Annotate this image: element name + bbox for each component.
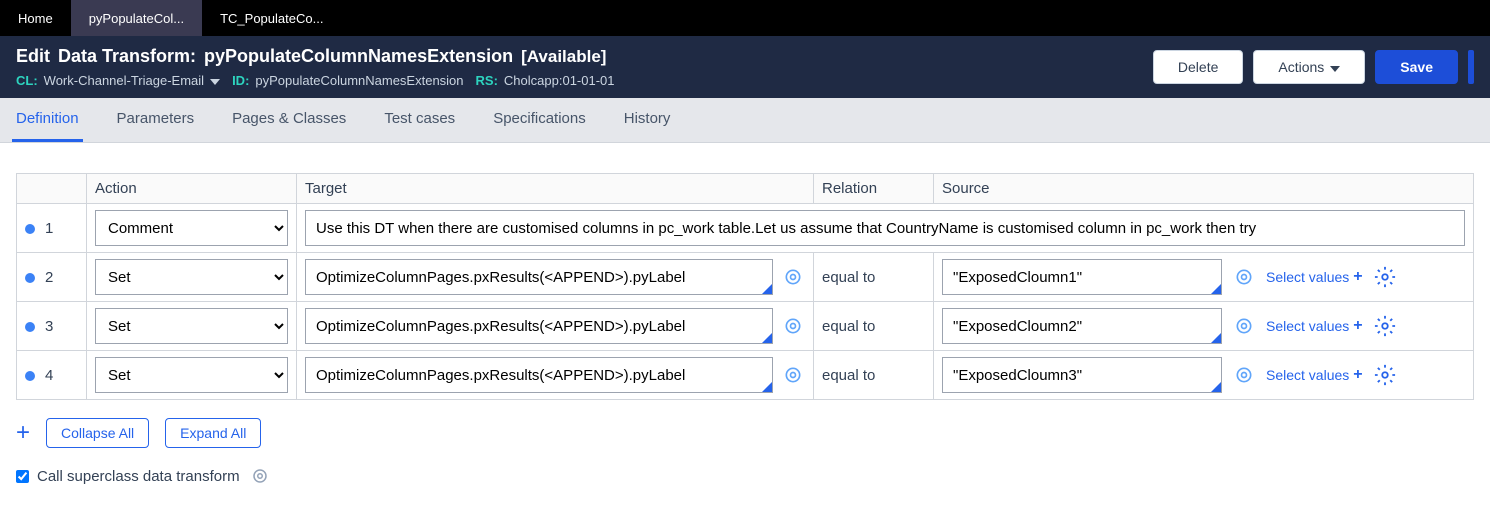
header-type-label: Data Transform: [58,46,196,67]
tab-specifications[interactable]: Specifications [489,98,590,142]
header-status: [Available] [521,47,606,67]
chevron-down-icon [1330,59,1340,75]
add-row-button[interactable]: + [16,419,30,447]
gear-icon[interactable] [1373,363,1397,387]
tab-parameters[interactable]: Parameters [113,98,199,142]
row-number[interactable]: 3 [17,302,87,351]
table-row: 1Comment [17,204,1474,253]
target-input[interactable] [305,357,773,393]
id-label: ID: [232,73,249,88]
plus-icon: + [1353,268,1362,286]
top-tab-testcase[interactable]: TC_PopulateCo... [202,0,341,36]
call-superclass-checkbox[interactable] [16,470,29,483]
col-relation-header: Relation [814,174,934,204]
crosshair-icon[interactable] [781,363,805,387]
delete-button[interactable]: Delete [1153,50,1243,84]
table-row: 3Set equal to Select values + [17,302,1474,351]
target-input[interactable] [305,259,773,295]
relation-label: equal to [822,367,875,384]
col-action-header: Action [87,174,297,204]
tab-history[interactable]: History [620,98,675,142]
relation-label: equal to [822,318,875,335]
target-input[interactable] [305,308,773,344]
top-tabbar: Home pyPopulateCol... TC_PopulateCo... [0,0,1490,36]
collapse-all-button[interactable]: Collapse All [46,418,149,448]
bullet-icon [25,371,35,381]
id-value: pyPopulateColumnNamesExtension [255,73,463,88]
tab-test-cases[interactable]: Test cases [380,98,459,142]
header-separator [1468,50,1474,84]
bullet-icon [25,273,35,283]
tab-definition[interactable]: Definition [12,98,83,142]
rs-value: Cholcapp:01-01-01 [504,73,615,88]
header-edit-label: Edit [16,46,50,67]
select-values-link[interactable]: Select values + [1266,317,1363,335]
bullet-icon [25,224,35,234]
actions-button[interactable]: Actions [1253,50,1365,84]
plus-icon: + [1353,366,1362,384]
top-tab-home[interactable]: Home [0,0,71,36]
bullet-icon [25,322,35,332]
row-number[interactable]: 2 [17,253,87,302]
col-source-header: Source [934,174,1474,204]
table-row: 2Set equal to Select values + [17,253,1474,302]
call-superclass-label[interactable]: Call superclass data transform [37,468,240,485]
table-row: 4Set equal to Select values + [17,351,1474,400]
tab-bar: Definition Parameters Pages & Classes Te… [0,98,1490,143]
expand-all-button[interactable]: Expand All [165,418,261,448]
select-values-link[interactable]: Select values + [1266,366,1363,384]
plus-icon: + [1353,317,1362,335]
crosshair-icon[interactable] [248,464,272,488]
action-select[interactable]: Set [95,259,288,295]
cl-value[interactable]: Work-Channel-Triage-Email [44,73,204,88]
action-select[interactable]: Comment [95,210,288,246]
top-tab-current[interactable]: pyPopulateCol... [71,0,202,36]
action-select[interactable]: Set [95,357,288,393]
crosshair-icon[interactable] [781,265,805,289]
actions-button-label: Actions [1278,59,1324,75]
action-select[interactable]: Set [95,308,288,344]
comment-input[interactable] [305,210,1465,246]
chevron-down-icon[interactable] [210,73,220,88]
tab-pages-classes[interactable]: Pages & Classes [228,98,350,142]
crosshair-icon[interactable] [1232,314,1256,338]
source-input[interactable] [942,357,1222,393]
col-target-header: Target [297,174,814,204]
crosshair-icon[interactable] [1232,363,1256,387]
gear-icon[interactable] [1373,314,1397,338]
crosshair-icon[interactable] [1232,265,1256,289]
header-name: pyPopulateColumnNamesExtension [204,46,513,67]
definition-table: Action Target Relation Source 1Comment2S… [16,173,1474,400]
save-button[interactable]: Save [1375,50,1458,84]
cl-label: CL: [16,73,38,88]
rs-label: RS: [476,73,498,88]
source-input[interactable] [942,308,1222,344]
source-input[interactable] [942,259,1222,295]
row-number[interactable]: 1 [17,204,87,253]
gear-icon[interactable] [1373,265,1397,289]
row-number[interactable]: 4 [17,351,87,400]
page-header: Edit Data Transform: pyPopulateColumnNam… [0,36,1490,98]
select-values-link[interactable]: Select values + [1266,268,1363,286]
col-num-header [17,174,87,204]
relation-label: equal to [822,269,875,286]
crosshair-icon[interactable] [781,314,805,338]
